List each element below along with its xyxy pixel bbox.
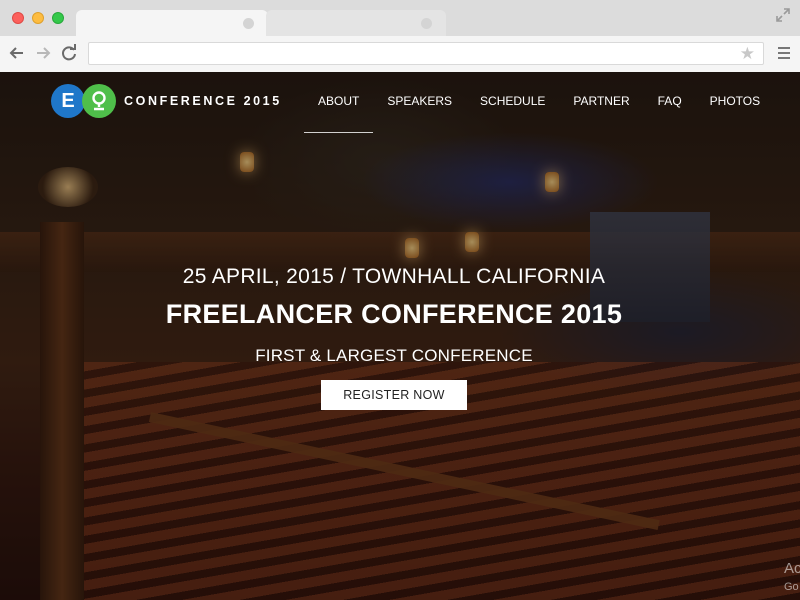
expand-icon[interactable] — [776, 8, 790, 22]
hero-overlay — [0, 72, 800, 600]
reload-button[interactable] — [58, 42, 80, 64]
browser-tab-inactive[interactable] — [266, 10, 446, 36]
logo-e-circle: E — [51, 84, 85, 118]
tab-close-icon[interactable] — [421, 18, 432, 29]
menu-icon[interactable] — [778, 47, 790, 59]
location-pin-icon — [82, 84, 116, 118]
nav-item-about[interactable]: ABOUT — [303, 94, 374, 133]
browser-chrome: ★ — [0, 0, 800, 72]
logo-text: CONFERENCE 2015 — [124, 94, 282, 108]
page-viewport: E CONFERENCE 2015 ABOUT SPEAKERS SCHEDUL… — [0, 72, 800, 600]
tab-close-icon[interactable] — [243, 18, 254, 29]
forward-button[interactable] — [32, 42, 54, 64]
nav-item-photos[interactable]: PHOTOS — [710, 94, 760, 124]
minimize-window-button[interactable] — [32, 12, 44, 24]
close-window-button[interactable] — [12, 12, 24, 24]
nav-item-partner[interactable]: PARTNER — [573, 94, 629, 124]
star-icon[interactable]: ★ — [740, 44, 755, 64]
browser-tab-active[interactable] — [76, 10, 268, 36]
register-now-button[interactable]: REGISTER NOW — [321, 380, 467, 410]
forward-arrow-icon — [37, 47, 51, 59]
site-logo[interactable]: E CONFERENCE 2015 — [51, 83, 282, 119]
back-arrow-icon — [9, 47, 23, 59]
nav-item-faq[interactable]: FAQ — [658, 94, 682, 124]
main-nav: ABOUT SPEAKERS SCHEDULE PARTNER FAQ PHOT… — [303, 94, 788, 133]
browser-toolbar: ★ — [0, 36, 800, 72]
hero-title: FREELANCER CONFERENCE 2015 — [165, 299, 623, 329]
maximize-window-button[interactable] — [52, 12, 64, 24]
watermark-text: Ac Go — [784, 560, 800, 593]
nav-item-speakers[interactable]: SPEAKERS — [387, 94, 452, 124]
nav-item-schedule[interactable]: SCHEDULE — [480, 94, 545, 124]
hero-date-location: 25 APRIL, 2015 / TOWNHALL CALIFORNIA — [182, 265, 606, 288]
hero-subtitle: FIRST & LARGEST CONFERENCE — [255, 346, 533, 365]
reload-icon — [62, 44, 76, 61]
tab-strip — [0, 0, 800, 36]
address-bar[interactable]: ★ — [88, 42, 764, 65]
back-button[interactable] — [6, 42, 28, 64]
